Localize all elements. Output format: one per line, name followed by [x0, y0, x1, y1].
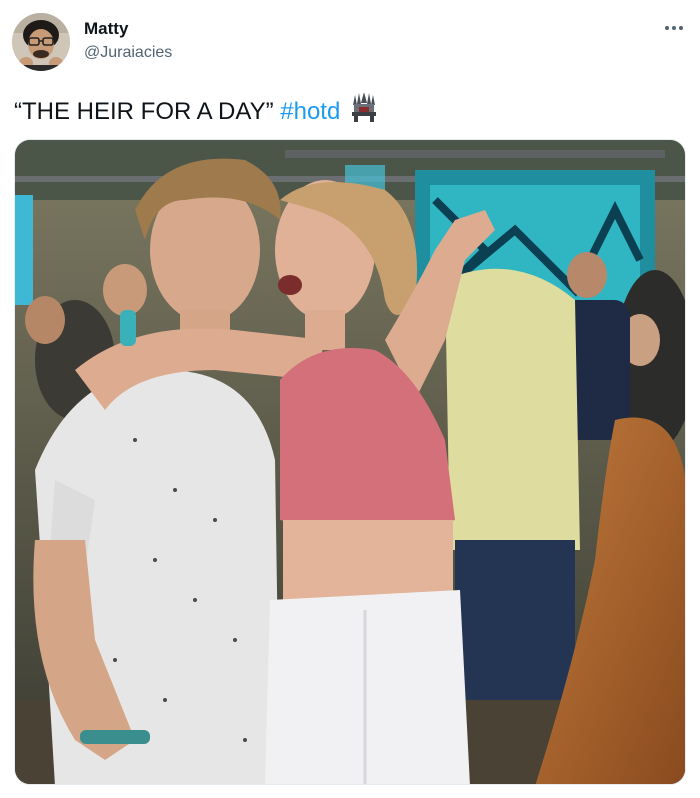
tweet-text: “THE HEIR FOR A DAY” #hotd [14, 92, 379, 131]
author-handle[interactable]: @Juraiacies [84, 42, 172, 64]
tweet-quote: “THE HEIR FOR A DAY” [14, 98, 274, 125]
concert-photo [15, 140, 685, 784]
more-options-button[interactable] [662, 18, 686, 38]
tweet-media-photo[interactable] [14, 139, 686, 785]
avatar[interactable] [12, 13, 70, 71]
user-avatar-icon [12, 13, 70, 71]
author-block: Matty @Juraiacies [84, 18, 172, 64]
author-display-name[interactable]: Matty [84, 18, 172, 40]
more-dots-icon [665, 26, 683, 30]
iron-throne-emoji-icon [349, 92, 379, 131]
tweet-card: Matty @Juraiacies “THE HEIR FOR A DAY” #… [0, 0, 700, 798]
hashtag-link[interactable]: #hotd [280, 98, 340, 125]
